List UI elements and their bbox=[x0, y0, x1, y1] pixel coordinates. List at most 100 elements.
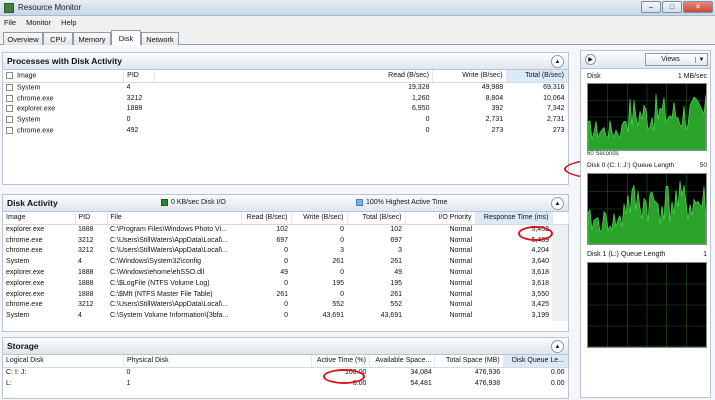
graph-disk1-queue bbox=[587, 262, 707, 348]
table-cell: 697 bbox=[276, 236, 288, 244]
column-header-physical-disk[interactable]: Physical Disk bbox=[123, 355, 312, 368]
storage-table: Logical Disk Physical Disk Active Time (… bbox=[3, 355, 569, 389]
column-header-response-time[interactable]: Response Time (ms) bbox=[475, 212, 553, 225]
annotation-circle-response-time bbox=[518, 226, 553, 241]
annotation-circle-active-time bbox=[323, 369, 365, 384]
table-cell: 476,938 bbox=[474, 379, 501, 387]
column-header-logical-disk[interactable]: Logical Disk bbox=[3, 355, 124, 368]
table-cell: explorer.exe bbox=[3, 104, 124, 115]
row-checkbox[interactable] bbox=[6, 126, 13, 134]
row-checkbox[interactable] bbox=[6, 116, 13, 124]
table-cell: 697 bbox=[390, 236, 402, 244]
collapse-icon[interactable]: ▶ bbox=[585, 54, 596, 65]
disk-activity-row[interactable]: System 4 C:\System Volume Information\{3bf… bbox=[3, 310, 568, 322]
process-row[interactable]: chrome.exe 492 0 273 273 bbox=[3, 125, 568, 136]
column-header-image[interactable]: Image bbox=[3, 212, 76, 225]
storage-row[interactable]: L: 1 0.00 54,481 476,938 0.00 bbox=[3, 378, 568, 389]
table-cell: 3 bbox=[398, 247, 402, 255]
collapse-icon[interactable]: ▲ bbox=[551, 340, 564, 353]
table-cell: 0 bbox=[284, 247, 288, 255]
column-header-image[interactable]: Image bbox=[3, 70, 125, 83]
disk-activity-row[interactable]: chrome.exe 3212 C:\Users\StillWaters\AppDa… bbox=[3, 234, 568, 246]
table-cell: 3212 bbox=[78, 236, 94, 244]
scrollbar-track[interactable] bbox=[552, 299, 568, 311]
maximize-button[interactable]: □ bbox=[662, 1, 682, 13]
table-cell: 49 bbox=[280, 269, 288, 277]
table-cell: 4 bbox=[126, 84, 131, 92]
column-header-write[interactable]: Write (B/sec) bbox=[291, 212, 348, 225]
table-cell: Normal bbox=[449, 226, 472, 234]
disk-activity-row[interactable]: System 4 C:\Windows\System32\config 0 261 261… bbox=[3, 256, 568, 268]
scrollbar-track[interactable] bbox=[552, 277, 568, 289]
menu-monitor[interactable]: Monitor bbox=[26, 18, 51, 27]
column-header-pid[interactable]: PID bbox=[75, 212, 108, 225]
column-header-disk-queue-length[interactable]: Disk Queue Le... bbox=[503, 355, 569, 368]
scrollbar-track[interactable] bbox=[552, 288, 568, 300]
scrollbar-track[interactable] bbox=[552, 234, 568, 246]
scrollbar-track[interactable] bbox=[552, 267, 568, 278]
column-header-pid[interactable]: PID bbox=[123, 70, 155, 83]
row-checkbox[interactable] bbox=[6, 94, 13, 102]
menu-help[interactable]: Help bbox=[61, 18, 76, 27]
tab-memory[interactable]: Memory bbox=[73, 32, 111, 45]
disk-activity-row[interactable]: explorer.exe 1888 C:\$LogFile (NTFS Volume… bbox=[3, 277, 568, 289]
scrollbar-header bbox=[552, 212, 569, 225]
disk-activity-title: Disk Activity bbox=[7, 198, 58, 208]
column-header-total-space[interactable]: Total Space (MB) bbox=[434, 355, 504, 368]
graph-pane-header: ▶ Views ▼ bbox=[581, 51, 710, 69]
table-cell: 49,988 bbox=[481, 84, 504, 92]
table-cell: Normal bbox=[449, 247, 472, 255]
table-cell: explorer.exe bbox=[6, 269, 45, 277]
storage-header[interactable]: Storage ▲ bbox=[3, 338, 568, 355]
storage-row[interactable]: C: I: J: 0 100.00 34,084 476,936 0.00 bbox=[3, 367, 568, 378]
disk-activity-row[interactable]: explorer.exe 1888 C:\Windows\ehome\ehSSO.d… bbox=[3, 267, 568, 278]
disk-activity-row[interactable]: chrome.exe 3212 C:\Users\StillWaters\AppDa… bbox=[3, 245, 568, 257]
minimize-button[interactable]: ‒ bbox=[641, 1, 661, 13]
collapse-icon[interactable]: ▲ bbox=[551, 55, 564, 68]
tab-cpu[interactable]: CPU bbox=[43, 32, 73, 45]
tab-disk[interactable]: Disk bbox=[111, 30, 141, 45]
column-header-total[interactable]: Total (B/sec) bbox=[347, 212, 406, 225]
process-row[interactable]: chrome.exe 3212 1,260 8,804 10,064 bbox=[3, 93, 568, 104]
tab-bar: Overview CPU Memory Disk Network bbox=[0, 29, 715, 45]
chevron-down-icon: ▼ bbox=[695, 56, 707, 63]
scrollbar-track[interactable] bbox=[552, 245, 568, 257]
table-cell: 19,328 bbox=[408, 84, 430, 92]
row-checkbox[interactable] bbox=[6, 83, 13, 91]
scrollbar-track[interactable] bbox=[552, 310, 568, 322]
scrollbar-track[interactable] bbox=[552, 224, 568, 235]
column-header-total[interactable]: Total (B/sec) bbox=[506, 70, 569, 83]
column-header-io-priority[interactable]: I/O Priority bbox=[405, 212, 476, 225]
table-cell: chrome.exe bbox=[6, 301, 43, 309]
processes-header[interactable]: Processes with Disk Activity ▲ bbox=[3, 53, 568, 70]
disk-activity-header[interactable]: Disk Activity 0 KB/sec Disk I/O 100% Hig… bbox=[3, 195, 568, 212]
row-checkbox[interactable] bbox=[6, 105, 13, 113]
table-cell: Normal bbox=[449, 312, 472, 320]
graph-disk-label: Disk 1 MB/sec bbox=[587, 73, 707, 80]
table-cell: 552 bbox=[390, 301, 402, 309]
disk-activity-row[interactable]: explorer.exe 1888 C:\Program Files\Windows… bbox=[3, 224, 568, 235]
column-header-file[interactable]: File bbox=[107, 212, 242, 225]
column-header-read[interactable]: Read (B/sec) bbox=[241, 212, 292, 225]
disk-activity-row[interactable]: chrome.exe 3212 C:\Users\StillWaters\AppDa… bbox=[3, 299, 568, 311]
window-title: Resource Monitor bbox=[18, 3, 82, 12]
menu-file[interactable]: File bbox=[4, 18, 16, 27]
column-header-read[interactable]: Read (B/sec) bbox=[154, 70, 434, 83]
process-row[interactable]: System 4 19,328 49,988 69,316 bbox=[3, 82, 568, 93]
select-all-checkbox[interactable] bbox=[6, 72, 13, 80]
column-header-available-space[interactable]: Available Space... bbox=[369, 355, 436, 368]
scrollbar-track[interactable] bbox=[552, 256, 568, 268]
table-cell: Normal bbox=[449, 290, 472, 298]
process-row[interactable]: System 0 0 2,731 2,731 bbox=[3, 114, 568, 125]
disk-activity-row[interactable]: explorer.exe 1888 C:\$Mft (NTFS Master Fil… bbox=[3, 288, 568, 300]
tab-network[interactable]: Network bbox=[141, 32, 179, 45]
tab-overview[interactable]: Overview bbox=[3, 32, 43, 45]
collapse-icon[interactable]: ▲ bbox=[551, 197, 564, 210]
table-cell: explorer.exe bbox=[6, 226, 45, 234]
close-button[interactable]: ✕ bbox=[683, 1, 713, 13]
column-header-active-time[interactable]: Active Time (%) bbox=[311, 355, 370, 368]
column-header-write[interactable]: Write (B/sec) bbox=[432, 70, 507, 83]
process-row[interactable]: explorer.exe 1888 6,950 392 7,342 bbox=[3, 104, 568, 115]
views-dropdown[interactable]: Views ▼ bbox=[645, 53, 708, 66]
table-cell: 2,731 bbox=[485, 116, 504, 124]
